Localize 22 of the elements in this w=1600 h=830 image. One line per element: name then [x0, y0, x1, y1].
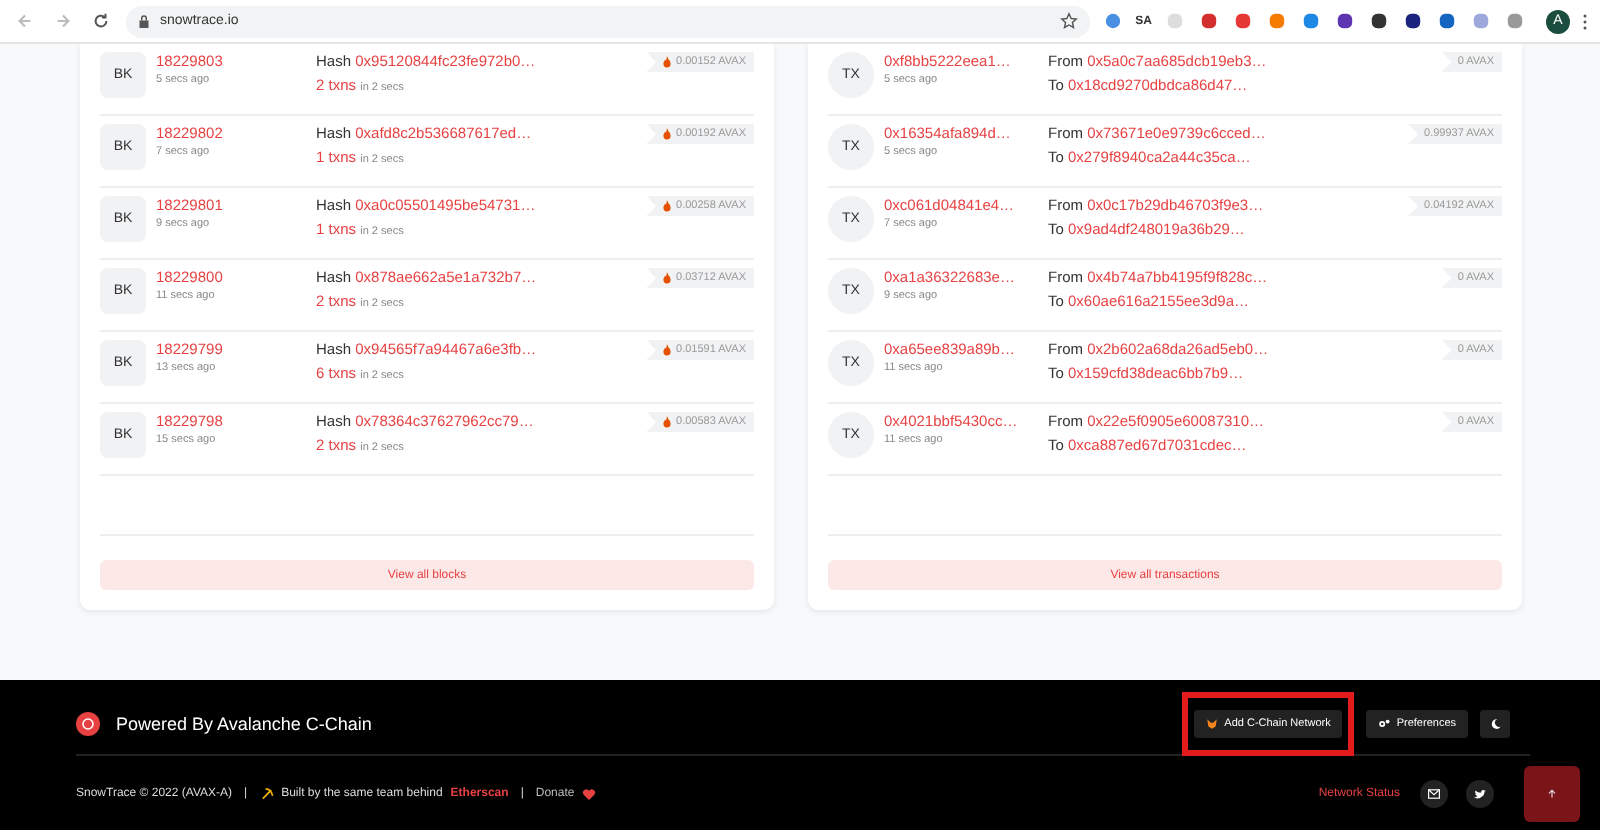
menu-icon[interactable] — [1582, 11, 1588, 31]
moon-icon — [1489, 718, 1501, 730]
gears-icon — [1378, 718, 1391, 730]
flame-icon — [662, 416, 673, 428]
envelope-icon — [1428, 787, 1440, 799]
reload-icon[interactable] — [92, 12, 110, 30]
twitter-button[interactable] — [1466, 779, 1494, 807]
flame-icon — [662, 272, 673, 284]
flame-icon — [662, 344, 673, 356]
bookmark-star-icon[interactable] — [1059, 12, 1078, 30]
lock-icon — [138, 13, 150, 29]
flame-icon — [662, 56, 673, 68]
fox-icon — [1206, 718, 1219, 730]
pickaxe-icon — [259, 786, 274, 800]
heart-icon — [582, 787, 597, 799]
arrow-up-icon — [1546, 787, 1558, 799]
email-button[interactable] — [1420, 779, 1448, 807]
powered-by-text: Powered By Avalanche C-Chain — [116, 714, 372, 734]
bird-icon — [1474, 787, 1486, 799]
flame-icon — [662, 200, 673, 212]
flame-icon — [662, 128, 673, 140]
dark-mode-button[interactable] — [1480, 710, 1510, 738]
